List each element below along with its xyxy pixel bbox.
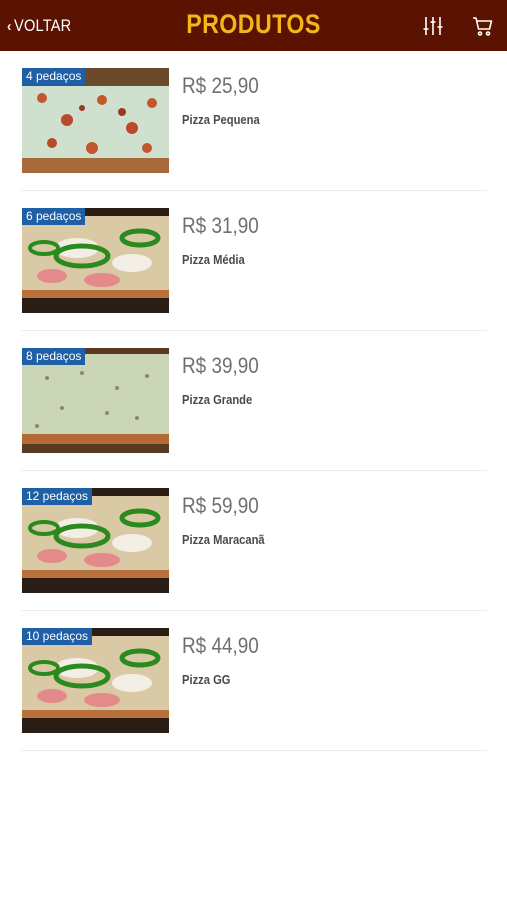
product-image: 8 pedaços bbox=[22, 348, 169, 453]
product-price: R$ 39,90 bbox=[182, 353, 259, 378]
product-item[interactable]: 4 pedaços R$ 25,90 Pizza Pequena bbox=[22, 51, 487, 191]
slices-badge: 10 pedaços bbox=[22, 628, 93, 645]
page-title: PRODUTOS bbox=[186, 9, 321, 39]
product-name: Pizza Maracanã bbox=[182, 532, 265, 547]
slices-badge: 6 pedaços bbox=[22, 208, 86, 225]
slices-badge: 12 pedaços bbox=[22, 488, 93, 505]
product-item[interactable]: 6 pedaços R$ 31,90 Pizza Média bbox=[22, 191, 487, 331]
product-image: 6 pedaços bbox=[22, 208, 169, 313]
top-bar: ‹ VOLTAR PRODUTOS bbox=[0, 0, 507, 51]
chevron-left-icon: ‹ bbox=[7, 17, 12, 35]
product-image: 12 pedaços bbox=[22, 488, 169, 593]
product-list: 4 pedaços R$ 25,90 Pizza Pequena 6 pedaç… bbox=[22, 51, 487, 751]
product-price: R$ 59,90 bbox=[182, 493, 259, 518]
product-name: Pizza Média bbox=[182, 252, 245, 267]
slices-badge: 8 pedaços bbox=[22, 348, 86, 365]
product-price: R$ 31,90 bbox=[182, 213, 259, 238]
product-item[interactable]: 12 pedaços R$ 59,90 Pizza Maracanã bbox=[22, 471, 487, 611]
product-image: 10 pedaços bbox=[22, 628, 169, 733]
product-price: R$ 44,90 bbox=[182, 633, 259, 658]
product-item[interactable]: 10 pedaços R$ 44,90 Pizza GG bbox=[22, 611, 487, 751]
sliders-icon[interactable] bbox=[421, 14, 445, 38]
product-name: Pizza Grande bbox=[182, 392, 253, 407]
cart-icon[interactable] bbox=[471, 14, 495, 38]
product-item[interactable]: 8 pedaços R$ 39,90 Pizza Grande bbox=[22, 331, 487, 471]
product-image: 4 pedaços bbox=[22, 68, 169, 173]
slices-badge: 4 pedaços bbox=[22, 68, 86, 85]
product-name: Pizza Pequena bbox=[182, 112, 260, 127]
product-price: R$ 25,90 bbox=[182, 73, 259, 98]
product-name: Pizza GG bbox=[182, 672, 231, 687]
